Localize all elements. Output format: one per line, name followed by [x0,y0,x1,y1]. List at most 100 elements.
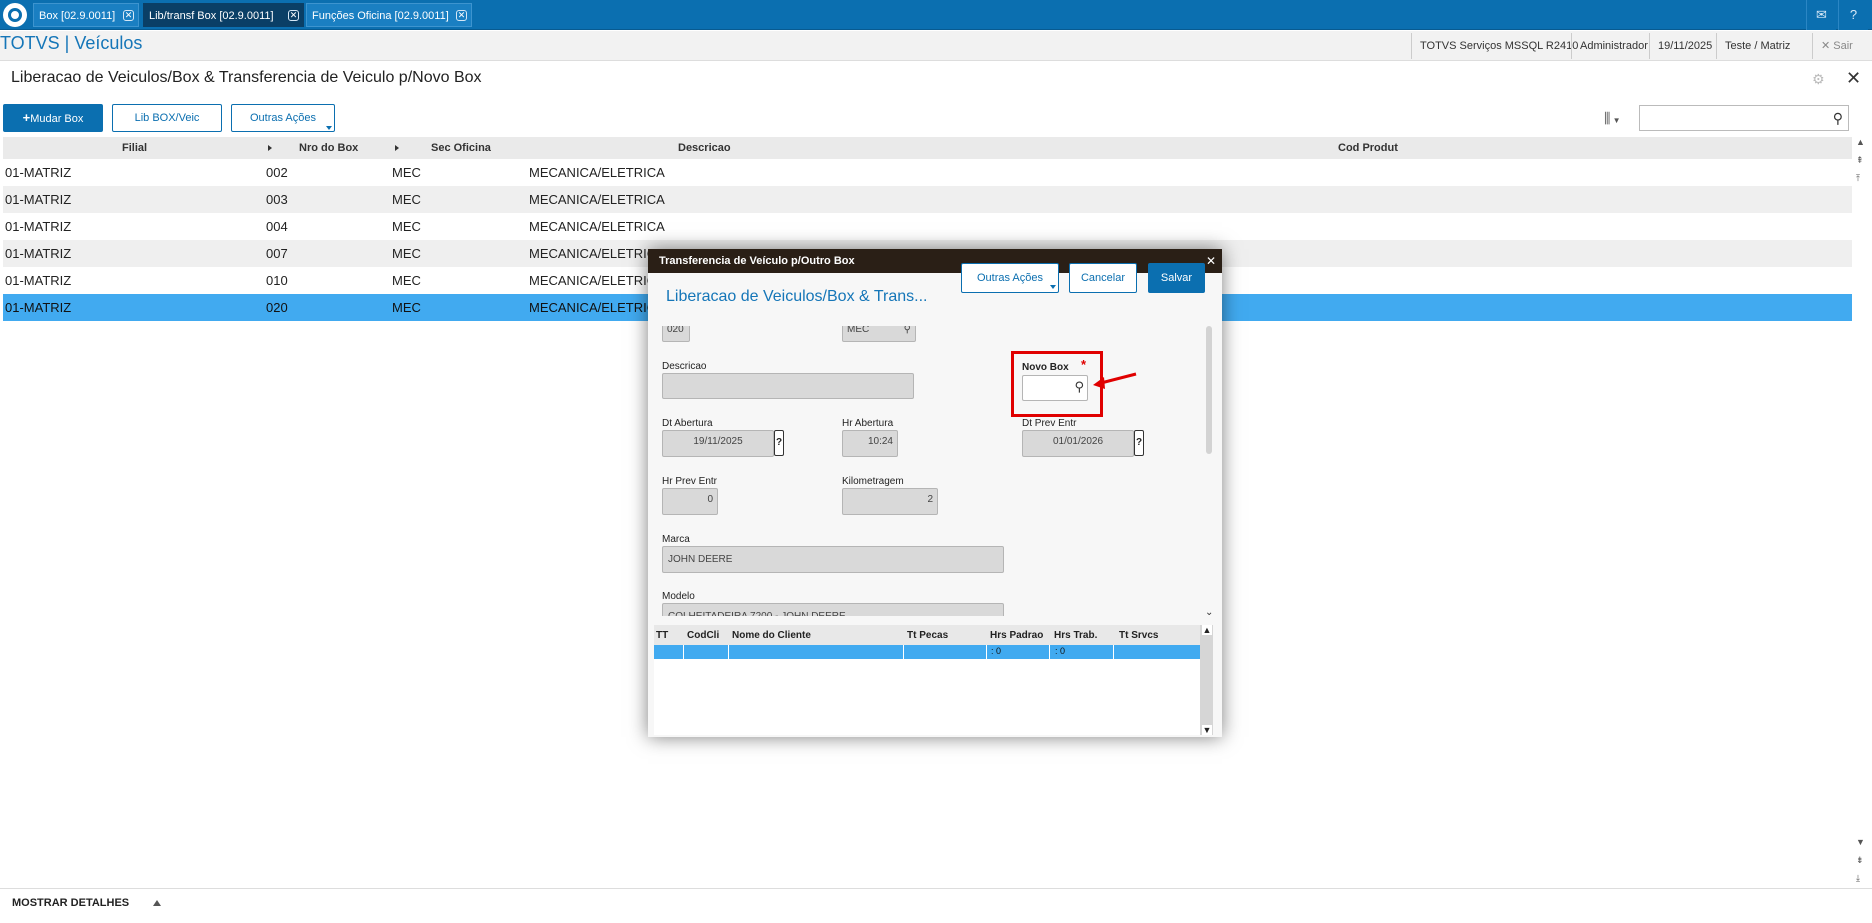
tab-label: Funções Oficina [02.9.0011] [312,10,449,22]
kilometragem-label: Kilometragem [842,476,904,487]
save-button[interactable]: Salvar [1148,263,1205,293]
scroll-bottom-icon[interactable]: ⤓ [1856,873,1860,884]
tab-box[interactable]: Box [02.9.0011] ✕ [33,3,139,27]
column-header-hrs-padrao[interactable]: Hrs Padrao [990,630,1043,641]
modelo-label: Modelo [662,591,695,602]
box-field[interactable]: 020 [662,326,690,342]
tab-lib-transf-box[interactable]: Lib/transf Box [02.9.0011] ✕ [143,3,304,27]
form-scrollbar[interactable]: ⌄ [1205,326,1216,618]
scroll-up-icon[interactable]: ▲ [1856,137,1865,147]
column-header-codcli[interactable]: CodCli [687,630,719,641]
tab-funcoes-oficina[interactable]: Funções Oficina [02.9.0011] ✕ [306,3,472,27]
outras-acoes-button[interactable]: Outras Ações [231,104,335,132]
cell-sec: MEC [392,192,421,207]
column-header-nome-cliente[interactable]: Nome do Cliente [732,630,811,641]
chevron-up-icon[interactable] [153,900,161,906]
cell-filial: 01-MATRIZ [5,246,72,261]
mudar-box-button[interactable]: +Mudar Box [3,104,103,132]
column-header-cod-produt[interactable]: Cod Produt [1338,142,1398,154]
help-icon[interactable]: ? [1838,0,1868,30]
cell-sec: MEC [392,219,421,234]
red-arrow-annotation [1093,372,1137,389]
column-header-tt-srvcs[interactable]: Tt Srvcs [1119,630,1158,641]
date-info[interactable]: 19/11/2025 [1649,33,1720,59]
gear-icon[interactable]: ⚙ [1812,71,1825,88]
close-tab-icon[interactable]: ✕ [288,10,299,21]
environment-info[interactable]: TOTVS Serviços MSSQL R2410 [1411,33,1586,59]
services-grid: TT CodCli Nome do Cliente Tt Pecas Hrs P… [654,625,1200,735]
date-picker-button[interactable]: ? [774,430,784,456]
dt-prev-entr-label: Dt Prev Entr [1022,418,1077,429]
dt-abertura-label: Dt Abertura [662,418,713,429]
scroll-down-icon[interactable]: ▼ [1202,725,1212,735]
table-row-selected[interactable]: : 0 : 0 [654,645,1200,659]
cell-sec: MEC [392,273,421,288]
dialog-outras-acoes-button[interactable]: Outras Ações [961,263,1059,293]
details-bar[interactable]: MOSTRAR DETALHES [0,888,1872,918]
cell-filial: 01-MATRIZ [5,165,72,180]
dt-abertura-field[interactable]: 19/11/2025 [662,430,774,457]
highlight-box [1011,351,1103,417]
cancel-button[interactable]: Cancelar [1069,263,1137,293]
chevron-down-icon [326,126,332,130]
sort-arrow-icon[interactable] [395,145,399,151]
date-picker-button[interactable]: ? [1134,430,1144,456]
column-selector-button[interactable]: ⫼ ▼ [1604,105,1638,131]
search-icon[interactable]: ⚲ [1833,110,1843,127]
table-row[interactable]: 01-MATRIZ 004 MEC MECANICA/ELETRICA [3,213,1852,240]
scroll-top-icon[interactable]: ⤒ [1856,173,1860,184]
hr-abertura-field[interactable]: 10:24 [842,430,898,457]
scroll-down-icon[interactable]: ▼ [1856,837,1865,847]
company-info[interactable]: Teste / Matriz [1716,33,1798,59]
grid-search-input[interactable]: ⚲ [1639,105,1849,131]
table-row[interactable]: 01-MATRIZ 003 MEC MECANICA/ELETRICA [3,186,1852,213]
dt-prev-entr-field[interactable]: 01/01/2026 [1022,430,1134,457]
hr-prev-entr-field[interactable]: 0 [662,488,718,515]
mail-icon[interactable]: ✉ [1806,0,1836,30]
column-header-hrs-trab[interactable]: Hrs Trab. [1054,630,1097,641]
cell-sec: MEC [392,246,421,261]
scroll-page-down-icon[interactable]: ⇟ [1856,855,1864,866]
scroll-up-icon[interactable]: ▲ [1202,625,1212,635]
page-title: Liberacao de Veiculos/Box & Transferenci… [11,69,482,86]
column-header-sec-oficina[interactable]: Sec Oficina [431,142,491,154]
scroll-thumb[interactable] [1206,326,1212,454]
show-details-label[interactable]: MOSTRAR DETALHES [12,897,129,909]
column-header-nro-box[interactable]: Nro do Box [299,142,358,154]
cell-sec: MEC [392,165,421,180]
sec-oficina-field[interactable]: MEC ⚲ [842,326,916,342]
sort-arrow-icon[interactable] [268,145,272,151]
close-tab-icon[interactable]: ✕ [123,10,134,21]
app-title: TOTVS | Veículos [0,33,143,53]
column-header-filial[interactable]: Filial [122,142,147,154]
search-icon[interactable]: ⚲ [904,326,911,341]
scroll-page-up-icon[interactable]: ⇞ [1856,155,1864,166]
user-info[interactable]: Administrador [1571,33,1656,59]
cell-filial: 01-MATRIZ [5,300,72,315]
chevron-down-icon[interactable]: ⌄ [1205,607,1213,618]
cell-tt [654,645,684,659]
column-header-tt-pecas[interactable]: Tt Pecas [907,630,948,641]
kilometragem-field[interactable]: 2 [842,488,938,515]
lib-box-veic-button[interactable]: Lib BOX/Veic [112,104,222,132]
cell-box: 003 [266,192,288,207]
close-page-icon[interactable]: ✕ [1846,68,1861,89]
marca-field[interactable]: JOHN DEERE [662,546,1004,573]
column-header-descricao[interactable]: Descricao [678,142,731,154]
top-tab-bar: Box [02.9.0011] ✕ Lib/transf Box [02.9.0… [0,0,1872,30]
cell-desc: MECANICA/ELETRICA [529,192,665,207]
subgrid-scrollbar[interactable]: ▲ ▼ [1200,625,1213,735]
close-dialog-icon[interactable]: ✕ [1206,249,1216,273]
hrs-padrao-value: : 0 [991,646,1002,656]
table-row[interactable]: 01-MATRIZ 002 MEC MECANICA/ELETRICA [3,159,1852,186]
outras-acoes-label: Outras Ações [249,112,317,124]
close-tab-icon[interactable]: ✕ [456,10,467,21]
descricao-field[interactable] [662,373,914,399]
grid-scrollbar[interactable]: ▲ ⇞ ⤒ ▼ ⇟ ⤓ [1853,137,1869,887]
column-header-tt[interactable]: TT [656,630,668,641]
cell-desc: MECANICA/ELETRICA [529,300,665,315]
exit-button[interactable]: ✕ Sair [1812,33,1872,59]
close-icon: ✕ [1821,40,1831,52]
modelo-field[interactable]: COLHEITADEIRA 7200 - JOHN DEERE [662,603,1004,616]
totvs-logo-icon[interactable] [3,3,27,27]
